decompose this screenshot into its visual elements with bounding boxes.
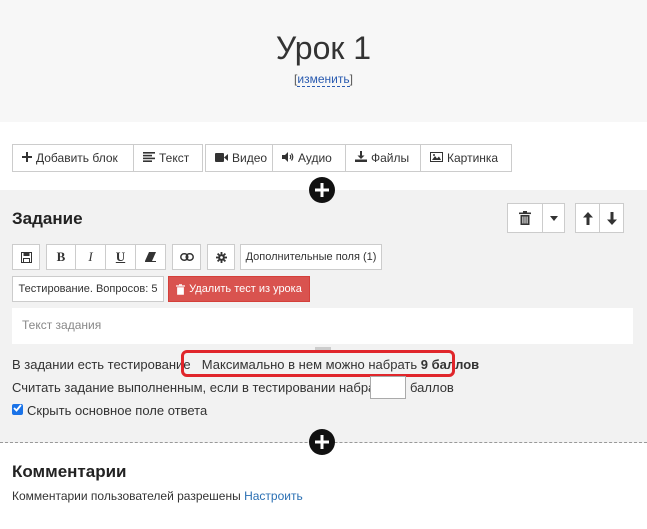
clear-format-button[interactable] bbox=[135, 244, 166, 270]
delete-test-button[interactable]: Удалить тест из урока bbox=[168, 276, 310, 302]
task-title: Задание bbox=[12, 209, 83, 228]
rename-link-wrapper: [изменить] bbox=[0, 72, 647, 87]
rename-bracket-close: ] bbox=[349, 72, 353, 86]
plus-icon bbox=[315, 435, 329, 449]
text-block-label: Текст bbox=[159, 151, 190, 165]
configure-comments-link[interactable]: Настроить bbox=[244, 489, 303, 503]
picture-block-label: Картинка bbox=[447, 151, 499, 165]
trash-icon bbox=[176, 283, 186, 295]
comments-status-line: Комментарии пользователей разрешены Наст… bbox=[12, 489, 303, 503]
extra-fields-button[interactable]: Дополнительные поля (1) bbox=[240, 244, 382, 270]
plus-icon bbox=[22, 151, 32, 165]
gear-icon bbox=[215, 251, 227, 263]
download-icon bbox=[355, 151, 367, 165]
link-icon bbox=[179, 253, 194, 261]
comments-status: Комментарии пользователей разрешены bbox=[12, 489, 241, 503]
audio-block-label: Аудио bbox=[298, 151, 332, 165]
arrow-up-icon bbox=[582, 211, 593, 225]
highlight-box bbox=[181, 350, 455, 377]
task-text-input[interactable]: Текст задания bbox=[12, 308, 633, 344]
add-block-button[interactable]: Добавить блок bbox=[12, 144, 134, 172]
picture-block-button[interactable]: Картинка bbox=[420, 144, 512, 172]
save-button[interactable] bbox=[12, 244, 40, 270]
settings-button[interactable] bbox=[207, 244, 235, 270]
lesson-title: Урок 1 bbox=[275, 30, 372, 66]
text-align-icon bbox=[143, 151, 155, 165]
hide-answer-checkbox[interactable] bbox=[12, 404, 23, 415]
picture-icon bbox=[430, 151, 443, 165]
underline-icon: U bbox=[115, 249, 126, 264]
points-suffix: баллов bbox=[410, 380, 454, 395]
hide-answer-label: Скрыть основное поле ответа bbox=[27, 403, 208, 418]
italic-button[interactable]: I bbox=[75, 244, 106, 270]
text-block-button[interactable]: Текст bbox=[133, 144, 203, 172]
checkmark-icon bbox=[13, 404, 22, 412]
caret-down-icon bbox=[549, 215, 558, 221]
testing-button[interactable]: Тестирование. Вопросов: 5 bbox=[12, 276, 164, 302]
video-block-label: Видео bbox=[232, 151, 268, 165]
complete-condition-text: Считать задание выполненным, если в тест… bbox=[12, 380, 390, 395]
delete-block-button[interactable] bbox=[507, 203, 543, 233]
move-block-up-button[interactable] bbox=[575, 203, 600, 233]
plus-icon bbox=[315, 183, 329, 197]
add-block-label: Добавить блок bbox=[36, 151, 118, 165]
arrow-down-icon bbox=[606, 211, 617, 225]
delete-test-label: Удалить тест из урока bbox=[189, 283, 302, 295]
complete-condition-line: Считать задание выполненным, если в тест… bbox=[12, 380, 390, 395]
underline-button[interactable]: U bbox=[105, 244, 136, 270]
italic-icon: I bbox=[88, 249, 93, 264]
files-block-button[interactable]: Файлы bbox=[345, 144, 421, 172]
video-camera-icon bbox=[215, 151, 228, 165]
block-toolbar: Добавить блок Текст Видео Аудио Файлы Ка… bbox=[12, 144, 512, 172]
rename-link[interactable]: изменить bbox=[297, 72, 350, 87]
comments-title: Комментарии bbox=[12, 462, 127, 481]
add-block-between-button[interactable] bbox=[309, 177, 335, 203]
save-icon bbox=[20, 251, 32, 263]
insert-link-button[interactable] bbox=[172, 244, 201, 270]
has-testing-text: В задании есть тестирование bbox=[12, 357, 191, 372]
eraser-icon bbox=[145, 252, 156, 262]
add-block-below-button[interactable] bbox=[309, 429, 335, 455]
bold-button[interactable]: B bbox=[46, 244, 76, 270]
speaker-icon bbox=[282, 151, 294, 165]
score-threshold-input[interactable] bbox=[370, 376, 406, 399]
move-block-down-button[interactable] bbox=[599, 203, 624, 233]
trash-icon bbox=[519, 211, 531, 225]
video-block-button[interactable]: Видео bbox=[205, 144, 273, 172]
audio-block-button[interactable]: Аудио bbox=[272, 144, 346, 172]
block-options-dropdown[interactable] bbox=[542, 203, 565, 233]
files-block-label: Файлы bbox=[371, 151, 410, 165]
bold-icon: B bbox=[56, 249, 66, 264]
